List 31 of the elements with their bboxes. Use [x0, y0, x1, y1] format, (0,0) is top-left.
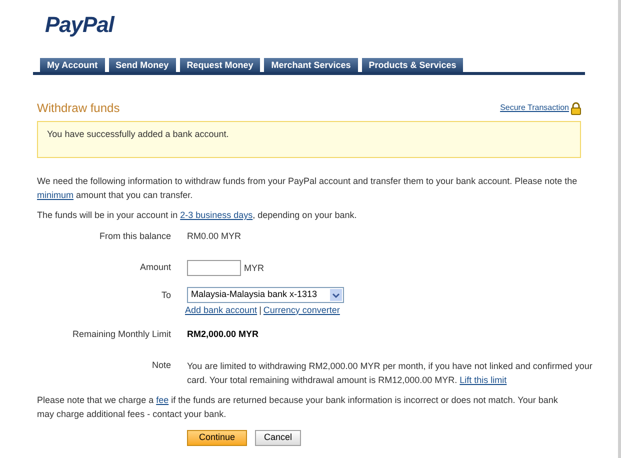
- nav-tab[interactable]: Merchant Services: [264, 58, 358, 72]
- currency-label: MYR: [244, 262, 264, 275]
- lift-limit-link[interactable]: Lift this limit: [460, 374, 507, 384]
- link-separator: |: [259, 304, 262, 317]
- field-label: To: [160, 288, 171, 302]
- nav-tab[interactable]: Send Money: [108, 58, 176, 72]
- page-heading: Withdraw funds: [37, 100, 120, 117]
- cancel-button[interactable]: Cancel: [255, 430, 302, 446]
- nav-tab[interactable]: My Account: [40, 58, 105, 72]
- nav-tab[interactable]: Products & Services: [362, 58, 464, 72]
- success-notice: You have successfully added a bank account.: [37, 121, 581, 158]
- paypal-logo: PayPal: [45, 12, 114, 37]
- field-label: From this balance: [98, 230, 171, 243]
- intro-text: We need the following information to withdraw funds from your PayPal account and transfer them to your bank account. Please note the minimum amount that you can transfer.: [37, 175, 578, 202]
- note-text: You are limited to withdrawing RM2,000.00 MYR per month, if you have not linked and confirmed your card. Your total remaining withdrawal amount is RM12,000.00 MYR. Lift this limit: [187, 360, 594, 386]
- balance-value: RM0.00 MYR: [187, 230, 242, 243]
- add-bank-link[interactable]: Add bank account: [185, 304, 258, 317]
- timing-text: The funds will be in your account in 2-3 business days, depending on your bank.: [37, 209, 358, 222]
- text-link[interactable]: fee: [156, 394, 169, 404]
- fee-note-text: Please note that we charge a fee if the funds are returned because your bank information is incorrect or does not match. Your bank may charge additional fees - contact your bank.: [37, 394, 559, 420]
- field-label: Note: [150, 358, 171, 372]
- monthly-limit-value: RM2,000.00 MYR: [187, 328, 260, 341]
- continue-button[interactable]: Continue: [187, 430, 248, 446]
- field-label: Remaining Monthly Limit: [71, 328, 171, 341]
- secure-transaction-link[interactable]: Secure Transaction: [500, 102, 569, 114]
- nav-tab[interactable]: Request Money: [180, 58, 260, 72]
- currency-converter-link[interactable]: Currency converter: [263, 304, 340, 317]
- field-label: Amount: [138, 260, 171, 274]
- bank-account-select[interactable]: Malaysia-Malaysia bank x-1313: [187, 286, 344, 302]
- text-link[interactable]: minimum: [37, 190, 74, 200]
- text-link[interactable]: 2-3 business days: [180, 210, 253, 220]
